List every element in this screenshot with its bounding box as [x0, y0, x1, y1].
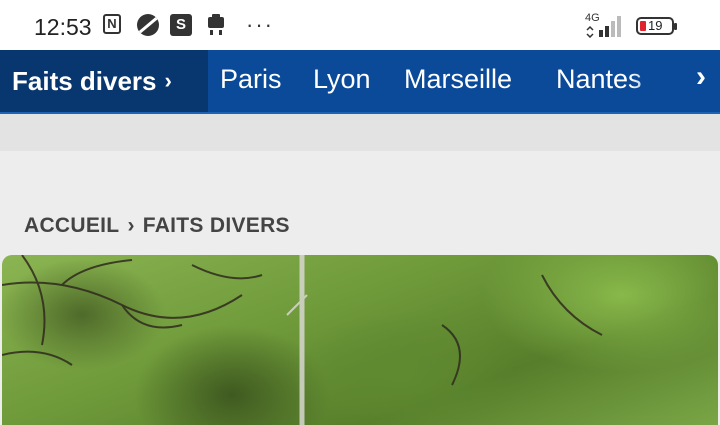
ad-placeholder — [0, 114, 720, 151]
clock: 12:53 — [34, 14, 92, 40]
nav-item-marseille[interactable]: Marseille — [404, 64, 512, 95]
tree-branches-image — [2, 255, 603, 425]
s-app-icon: S — [170, 14, 192, 36]
battery-level — [640, 21, 646, 31]
nfc-icon: N — [103, 14, 121, 34]
more-icon: ··· — [246, 12, 274, 37]
vpn-icon — [137, 14, 159, 36]
breadcrumb: ACCUEIL › FAITS DIVERS — [24, 214, 290, 238]
battery-icon: 19 — [636, 17, 677, 35]
nav-item-paris[interactable]: Paris — [220, 64, 282, 95]
nav-item-faits-divers[interactable]: Faits divers › — [0, 50, 208, 112]
breadcrumb-current[interactable]: FAITS DIVERS — [143, 214, 290, 237]
nav-active-label: Faits divers — [12, 65, 157, 96]
nav-item-nantes[interactable]: Nantes — [556, 64, 642, 95]
nav-fade — [630, 50, 720, 112]
clipboard-icon — [208, 14, 224, 35]
article-hero-image[interactable] — [2, 255, 718, 425]
breadcrumb-home[interactable]: ACCUEIL — [24, 214, 119, 237]
status-bar: 12:53 N S ··· 4G 19 — [0, 0, 720, 50]
nav-item-lyon[interactable]: Lyon — [313, 64, 371, 95]
nav-scroll-right-icon[interactable]: › — [696, 60, 706, 94]
signal-icon — [586, 16, 621, 38]
battery-percent: 19 — [648, 18, 663, 33]
breadcrumb-separator-icon: › — [127, 214, 135, 237]
chevron-right-icon: › — [164, 68, 172, 93]
section-nav: Faits divers › Paris Lyon Marseille Nant… — [0, 50, 720, 114]
